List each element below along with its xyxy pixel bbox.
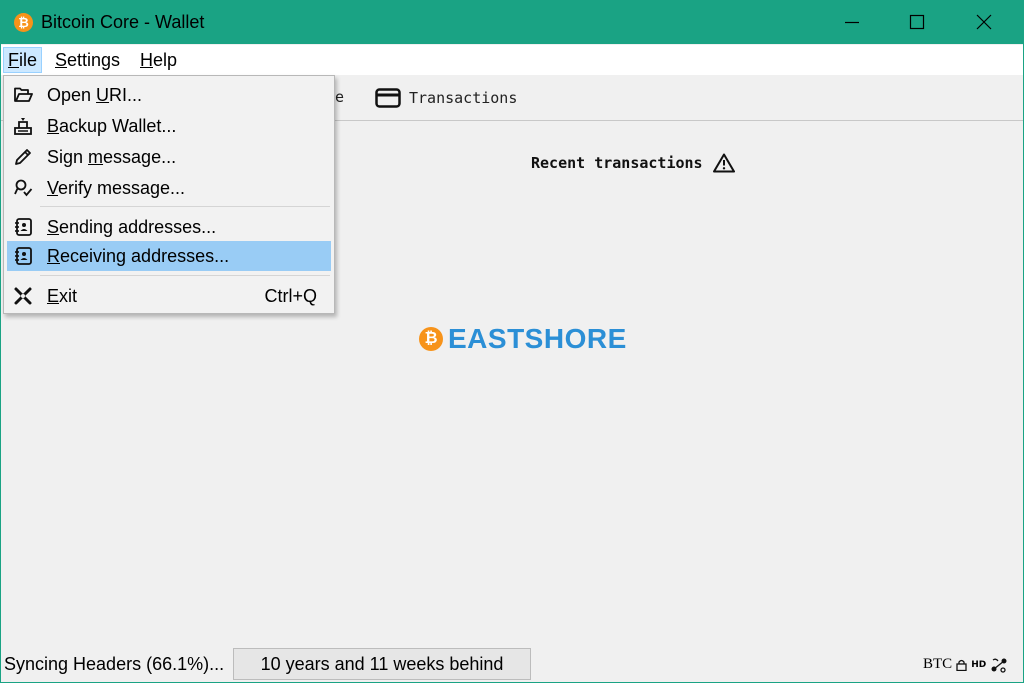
menu-item-verify-message-label: Verify message... xyxy=(47,178,186,198)
status-bar: Syncing Headers (66.1%)... 10 years and … xyxy=(1,646,1023,682)
recent-transactions-header: Recent transactions xyxy=(531,153,735,173)
menu-item-open-uri[interactable]: Open URI... xyxy=(7,80,331,110)
watermark-bitcoin-icon: ₿ xyxy=(419,327,443,351)
menu-item-receiving-addresses[interactable]: Receiving addresses... xyxy=(7,241,331,271)
menu-file-mnemonic: F xyxy=(8,50,19,70)
menu-item-open-uri-label: Open URI... xyxy=(47,85,143,105)
unit-label[interactable]: BTC xyxy=(923,656,952,673)
main-window: ₿ Bitcoin Core - Wallet File Settings He… xyxy=(0,0,1024,683)
sync-status-text: Syncing Headers (66.1%)... xyxy=(4,654,225,674)
toolbar-receive-tab-partial[interactable]: e xyxy=(335,88,344,106)
menu-settings-mnemonic: S xyxy=(55,50,68,70)
menu-help-mnemonic: H xyxy=(140,50,153,70)
sync-progress-bar: 10 years and 11 weeks behind xyxy=(233,648,531,680)
close-button[interactable] xyxy=(961,1,1007,44)
menu-item-sending-addresses-label: Sending addresses... xyxy=(47,217,217,237)
verify-icon xyxy=(14,179,33,197)
menu-help[interactable]: Help xyxy=(136,47,181,73)
menu-item-receiving-addresses-label: Receiving addresses... xyxy=(47,246,230,266)
address-book-icon xyxy=(15,247,32,265)
menu-settings-label: ettings xyxy=(67,50,121,70)
close-icon xyxy=(976,14,992,30)
menu-separator xyxy=(40,275,330,276)
address-book-icon xyxy=(15,218,32,236)
minimize-button[interactable] xyxy=(829,1,875,44)
hd-label: HD xyxy=(971,659,987,670)
menu-settings[interactable]: Settings xyxy=(51,47,124,73)
menu-item-sign-message[interactable]: Sign message... xyxy=(7,142,331,172)
maximize-button[interactable] xyxy=(894,1,940,44)
backup-wallet-icon xyxy=(14,118,32,135)
menu-file-label: ile xyxy=(19,50,38,70)
window-title: Bitcoin Core - Wallet xyxy=(41,12,205,32)
watermark-logo: ₿ EASTSHORE xyxy=(419,323,627,355)
menu-separator xyxy=(40,206,330,207)
exit-shortcut: Ctrl+Q xyxy=(264,286,317,306)
network-sync-icon xyxy=(991,658,1007,673)
menu-item-exit[interactable]: Exit Ctrl+Q xyxy=(7,281,331,311)
sync-progress-text: 10 years and 11 weeks behind xyxy=(260,654,504,674)
menu-file[interactable]: File xyxy=(3,47,43,73)
credit-card-icon xyxy=(375,88,401,108)
warning-icon[interactable] xyxy=(712,153,735,173)
exit-icon xyxy=(14,287,32,305)
menu-item-exit-label: Exit xyxy=(47,286,78,306)
recent-transactions-label: Recent transactions xyxy=(531,154,703,172)
file-menu-dropdown: Open URI... Backup Wallet... Sign messag… xyxy=(3,75,335,314)
folder-open-icon xyxy=(14,87,33,102)
bitcoin-app-icon: ₿ xyxy=(14,13,33,32)
status-indicators: BTC HD xyxy=(923,656,1008,673)
menu-item-backup-wallet-label: Backup Wallet... xyxy=(47,116,177,136)
minimize-icon xyxy=(845,21,859,24)
menu-help-label: elp xyxy=(153,50,178,70)
watermark-text: EASTSHORE xyxy=(448,323,627,354)
pen-icon xyxy=(15,149,31,165)
lock-icon xyxy=(956,659,967,671)
menu-item-verify-message[interactable]: Verify message... xyxy=(7,173,331,203)
toolbar-transactions-tab[interactable]: Transactions xyxy=(375,85,517,111)
menu-item-backup-wallet[interactable]: Backup Wallet... xyxy=(7,111,331,141)
maximize-icon xyxy=(909,14,925,30)
transactions-label: Transactions xyxy=(409,89,518,107)
menu-bar: File Settings Help xyxy=(1,45,1023,75)
title-bar: ₿ Bitcoin Core - Wallet xyxy=(1,1,1023,44)
menu-item-sending-addresses[interactable]: Sending addresses... xyxy=(7,212,331,242)
menu-item-sign-message-label: Sign message... xyxy=(47,147,177,167)
